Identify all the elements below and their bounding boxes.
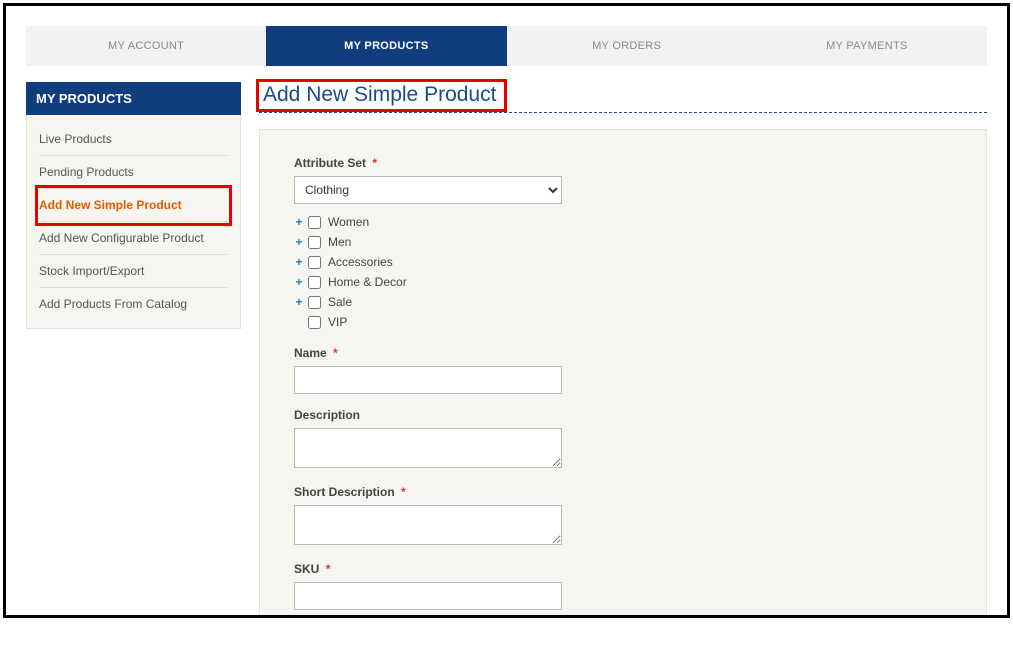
name-label: Name *	[294, 346, 952, 360]
page-title-highlight: Add New Simple Product	[259, 82, 504, 109]
sidebar-body: Live Products Pending Products Add New S…	[26, 115, 241, 329]
main-panel: Add New Simple Product Attribute Set * C…	[259, 82, 987, 618]
tree-label-women[interactable]: Women	[328, 212, 369, 232]
tree-row-home-decor: + Home & Decor	[294, 272, 952, 292]
checkbox-accessories[interactable]	[308, 256, 321, 269]
short-description-label-text: Short Description	[294, 485, 395, 499]
sidebar-title: MY PRODUCTS	[26, 82, 241, 115]
short-description-textarea[interactable]	[294, 505, 562, 545]
name-input[interactable]	[294, 366, 562, 394]
checkbox-home-decor[interactable]	[308, 276, 321, 289]
attribute-set-select[interactable]: Clothing	[294, 176, 562, 204]
sidebar-item-live-products[interactable]: Live Products	[39, 123, 228, 156]
category-tree: + Women + Men + Accessories	[294, 212, 952, 332]
sku-input[interactable]	[294, 582, 562, 610]
tree-label-accessories[interactable]: Accessories	[328, 252, 393, 272]
required-mark: *	[401, 485, 406, 499]
app-frame: MY ACCOUNT MY PRODUCTS MY ORDERS MY PAYM…	[3, 3, 1010, 618]
tree-label-sale[interactable]: Sale	[328, 292, 352, 312]
expand-icon[interactable]: +	[294, 212, 304, 232]
tree-label-vip[interactable]: VIP	[328, 312, 347, 332]
required-mark: *	[333, 346, 338, 360]
page-title: Add New Simple Product	[263, 83, 496, 110]
expand-icon[interactable]: +	[294, 232, 304, 252]
sku-label: SKU *	[294, 562, 952, 576]
expand-icon[interactable]: +	[294, 252, 304, 272]
name-label-text: Name	[294, 346, 327, 360]
attribute-set-label: Attribute Set *	[294, 156, 952, 170]
sidebar-item-add-new-simple-product[interactable]: Add New Simple Product	[39, 189, 228, 222]
tab-my-payments[interactable]: MY PAYMENTS	[747, 26, 987, 66]
expand-icon[interactable]: +	[294, 272, 304, 292]
tree-row-women: + Women	[294, 212, 952, 232]
checkbox-vip[interactable]	[308, 316, 321, 329]
tab-my-products[interactable]: MY PRODUCTS	[266, 26, 506, 66]
top-tabs: MY ACCOUNT MY PRODUCTS MY ORDERS MY PAYM…	[26, 26, 987, 66]
tree-row-accessories: + Accessories	[294, 252, 952, 272]
tree-row-men: + Men	[294, 232, 952, 252]
tree-label-men[interactable]: Men	[328, 232, 351, 252]
sidebar-item-pending-products[interactable]: Pending Products	[39, 156, 228, 189]
description-label: Description	[294, 408, 952, 422]
expand-icon[interactable]: +	[294, 292, 304, 312]
description-textarea[interactable]	[294, 428, 562, 468]
page-title-wrap: Add New Simple Product	[259, 82, 987, 113]
short-description-label: Short Description *	[294, 485, 952, 499]
sidebar-item-add-new-configurable-product[interactable]: Add New Configurable Product	[39, 222, 228, 255]
sku-label-text: SKU	[294, 562, 319, 576]
checkbox-women[interactable]	[308, 216, 321, 229]
required-mark: *	[372, 156, 377, 170]
sidebar-item-add-products-from-catalog[interactable]: Add Products From Catalog	[39, 288, 228, 320]
tab-my-account[interactable]: MY ACCOUNT	[26, 26, 266, 66]
checkbox-sale[interactable]	[308, 296, 321, 309]
tab-my-orders[interactable]: MY ORDERS	[507, 26, 747, 66]
description-label-text: Description	[294, 408, 360, 422]
content-area: MY PRODUCTS Live Products Pending Produc…	[6, 66, 1007, 618]
attribute-set-label-text: Attribute Set	[294, 156, 366, 170]
tree-row-vip: VIP	[294, 312, 952, 332]
product-form: Attribute Set * Clothing + Women + M	[259, 129, 987, 618]
tree-row-sale: + Sale	[294, 292, 952, 312]
sidebar-item-stock-import-export[interactable]: Stock Import/Export	[39, 255, 228, 288]
checkbox-men[interactable]	[308, 236, 321, 249]
sidebar: MY PRODUCTS Live Products Pending Produc…	[26, 82, 241, 618]
required-mark: *	[326, 562, 331, 576]
tree-label-home-decor[interactable]: Home & Decor	[328, 272, 407, 292]
